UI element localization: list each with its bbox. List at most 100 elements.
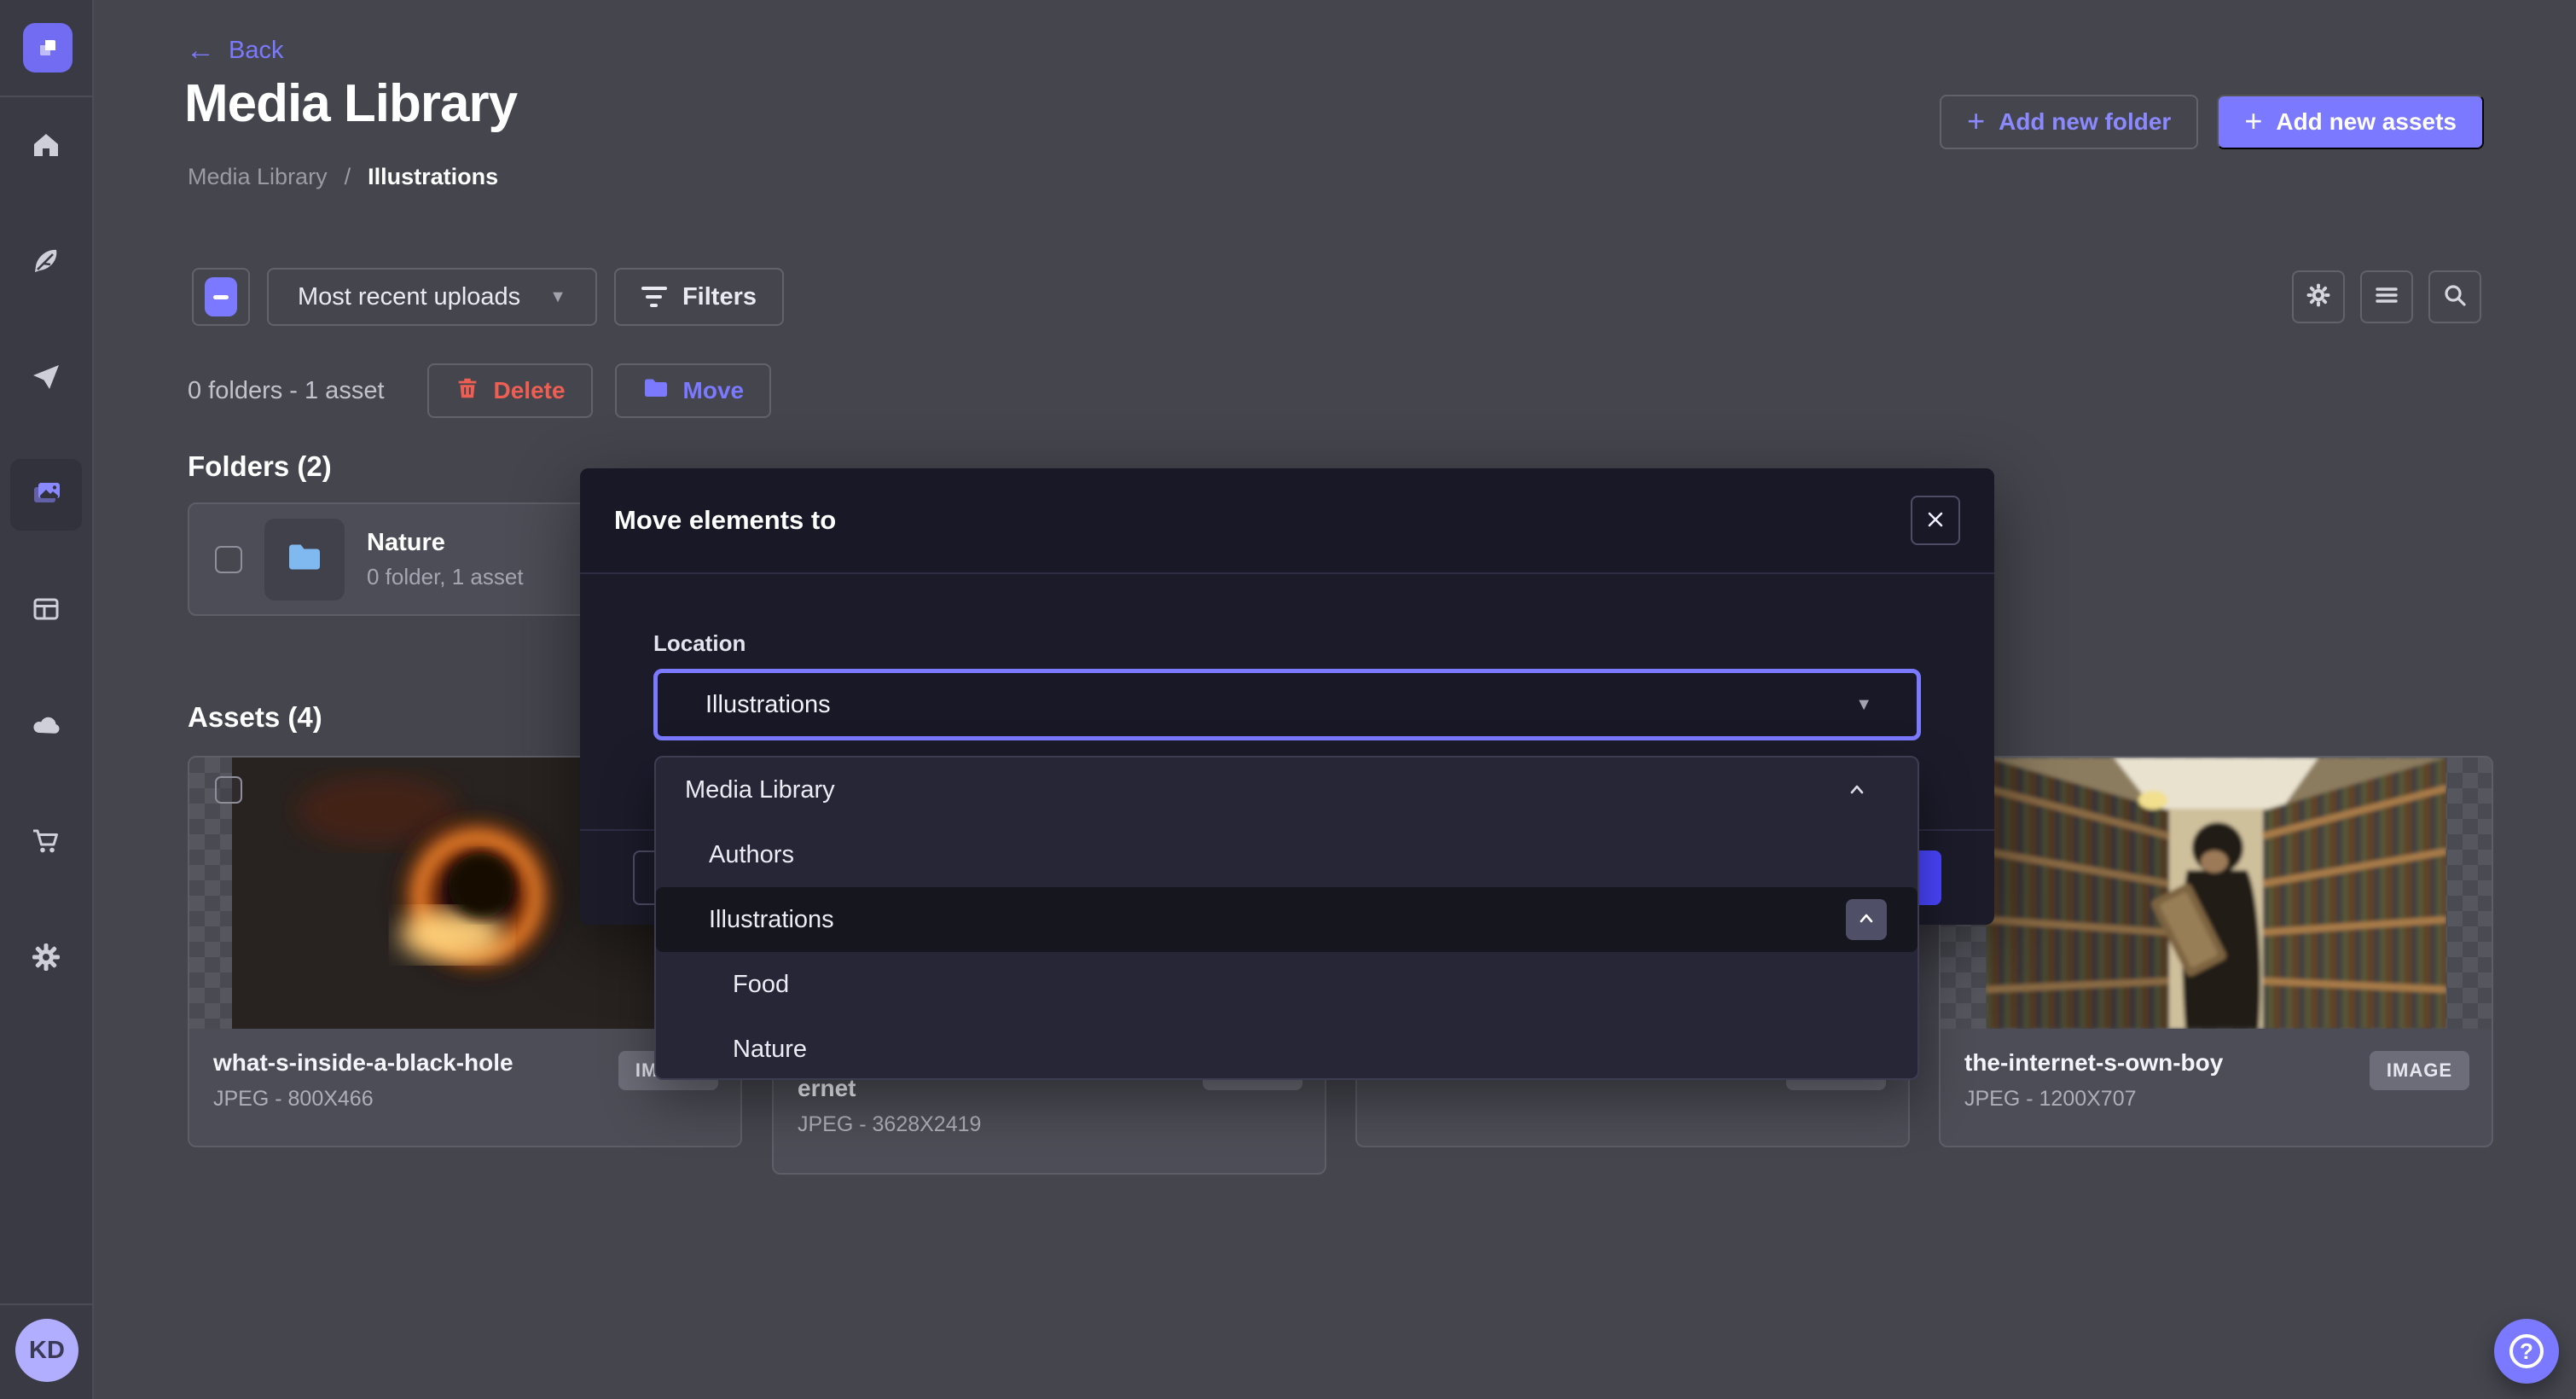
asset-meta: JPEG - 3628X2419 <box>798 1112 1301 1137</box>
asset-thumbnail <box>1941 758 2492 1029</box>
folder-tile <box>264 519 345 601</box>
cloud-icon <box>30 709 62 746</box>
dropdown-item-label: Illustrations <box>709 906 834 934</box>
toolbar: Most recent uploads ▼ Filters <box>192 268 784 326</box>
images-icon <box>29 476 63 514</box>
chevron-up-icon <box>1855 908 1877 932</box>
dropdown-item-food[interactable]: Food <box>656 952 1917 1017</box>
folder-icon <box>285 537 324 581</box>
location-combobox[interactable]: Illustrations ▼ <box>653 669 1921 740</box>
avatar[interactable]: KD <box>15 1319 78 1382</box>
breadcrumb-current: Illustrations <box>368 164 498 190</box>
caret-down-icon: ▼ <box>1855 695 1872 715</box>
location-dropdown: Media Library Authors Illustrations Food… <box>654 756 1919 1080</box>
assets-heading: Assets (4) <box>188 701 322 734</box>
home-icon <box>31 130 61 165</box>
back-label: Back <box>229 37 283 65</box>
filters-label: Filters <box>682 283 757 311</box>
add-new-assets-button[interactable]: + Add new assets <box>2217 95 2484 149</box>
grid-settings-button[interactable] <box>2292 270 2345 323</box>
dropdown-item-media-library[interactable]: Media Library <box>656 758 1917 822</box>
help-button[interactable]: ? <box>2494 1319 2559 1384</box>
add-new-folder-label: Add new folder <box>1999 108 2171 136</box>
cart-icon <box>30 825 62 862</box>
sidebar-item-home[interactable] <box>10 111 82 183</box>
close-button[interactable] <box>1911 496 1960 545</box>
sort-select[interactable]: Most recent uploads ▼ <box>267 268 597 326</box>
strapi-logo[interactable] <box>23 23 73 73</box>
select-all-checkbox[interactable] <box>192 268 250 326</box>
dropdown-item-authors[interactable]: Authors <box>656 822 1917 887</box>
sidebar-item-settings[interactable] <box>10 923 82 995</box>
asset-title: what-s-inside-a-black-hole <box>213 1049 580 1077</box>
back-arrow-icon: ← <box>186 36 215 65</box>
cog-icon <box>2304 281 2333 314</box>
dropdown-item-nature[interactable]: Nature <box>656 1017 1917 1080</box>
sort-value: Most recent uploads <box>298 283 520 311</box>
add-new-assets-label: Add new assets <box>2276 108 2457 136</box>
sidebar-item-content[interactable] <box>10 227 82 299</box>
add-new-folder-button[interactable]: + Add new folder <box>1940 95 2198 149</box>
location-label: Location <box>653 630 1921 657</box>
folders-heading: Folders (2) <box>188 450 332 483</box>
strapi-logo-glyph <box>33 33 62 62</box>
header-actions: + Add new folder + Add new assets <box>1940 95 2484 149</box>
list-icon <box>2373 282 2400 313</box>
folder-meta: 0 folder, 1 asset <box>367 564 524 590</box>
asset-info: the-internet-s-own-boy JPEG - 1200X707 I… <box>1941 1029 2492 1132</box>
asset-title: the-internet-s-own-boy <box>1964 1049 2331 1077</box>
help-icon: ? <box>2509 1334 2544 1368</box>
breadcrumb-separator: / <box>345 164 351 190</box>
modal-body: Location Illustrations ▼ <box>580 574 1994 740</box>
trash-icon <box>455 375 480 407</box>
selection-summary: 0 folders - 1 asset <box>188 377 385 405</box>
dropdown-item-label: Authors <box>709 841 794 869</box>
asset-card[interactable]: the-internet-s-own-boy JPEG - 1200X707 I… <box>1939 756 2493 1147</box>
close-icon <box>1925 509 1946 532</box>
delete-button[interactable]: Delete <box>427 363 593 418</box>
app-root: KD ← Back Media Library Media Library / … <box>0 0 2576 1399</box>
search-icon <box>2441 282 2469 313</box>
breadcrumb-parent[interactable]: Media Library <box>188 164 328 190</box>
filters-button[interactable]: Filters <box>614 268 784 326</box>
sidebar-item-releases[interactable] <box>10 343 82 415</box>
list-view-button[interactable] <box>2360 270 2413 323</box>
folder-checkbox[interactable] <box>215 546 242 573</box>
dropdown-item-illustrations[interactable]: Illustrations <box>656 887 1917 952</box>
sidebar-divider <box>0 1303 92 1305</box>
selection-row: 0 folders - 1 asset Delete Move <box>188 363 771 418</box>
page-title: Media Library <box>184 73 517 134</box>
folder-icon <box>642 374 670 408</box>
dropdown-item-label: Media Library <box>685 776 835 804</box>
asset-meta: JPEG - 1200X707 <box>1964 1087 2468 1112</box>
dropdown-item-label: Food <box>733 971 789 999</box>
gear-icon <box>30 941 62 978</box>
paper-plane-icon <box>31 362 61 397</box>
sidebar-item-marketplace[interactable] <box>10 807 82 879</box>
view-actions <box>2292 270 2481 323</box>
chevron-up-icon[interactable] <box>1846 779 1868 801</box>
move-label: Move <box>683 377 745 404</box>
modal-title: Move elements to <box>614 505 836 536</box>
feather-icon <box>31 246 61 281</box>
breadcrumb: Media Library / Illustrations <box>188 164 498 190</box>
collapse-button[interactable] <box>1846 899 1887 940</box>
library-photo-image <box>1986 758 2446 1029</box>
folder-name: Nature <box>367 529 524 557</box>
caret-down-icon: ▼ <box>549 287 566 307</box>
asset-meta: JPEG - 800X466 <box>213 1087 717 1112</box>
sidebar: KD <box>0 0 94 1399</box>
layout-icon <box>31 594 61 629</box>
dropdown-item-label: Nature <box>733 1036 807 1064</box>
search-button[interactable] <box>2428 270 2481 323</box>
modal-header: Move elements to <box>580 468 1994 574</box>
back-link[interactable]: ← Back <box>186 36 283 65</box>
indeterminate-checkbox-icon <box>205 277 237 316</box>
move-button[interactable]: Move <box>615 363 772 418</box>
sidebar-item-deploy[interactable] <box>10 691 82 763</box>
location-value: Illustrations <box>705 691 831 719</box>
asset-checkbox[interactable] <box>215 776 242 804</box>
delete-label: Delete <box>494 377 566 404</box>
sidebar-item-media-library[interactable] <box>10 459 82 531</box>
sidebar-item-pages[interactable] <box>10 575 82 647</box>
